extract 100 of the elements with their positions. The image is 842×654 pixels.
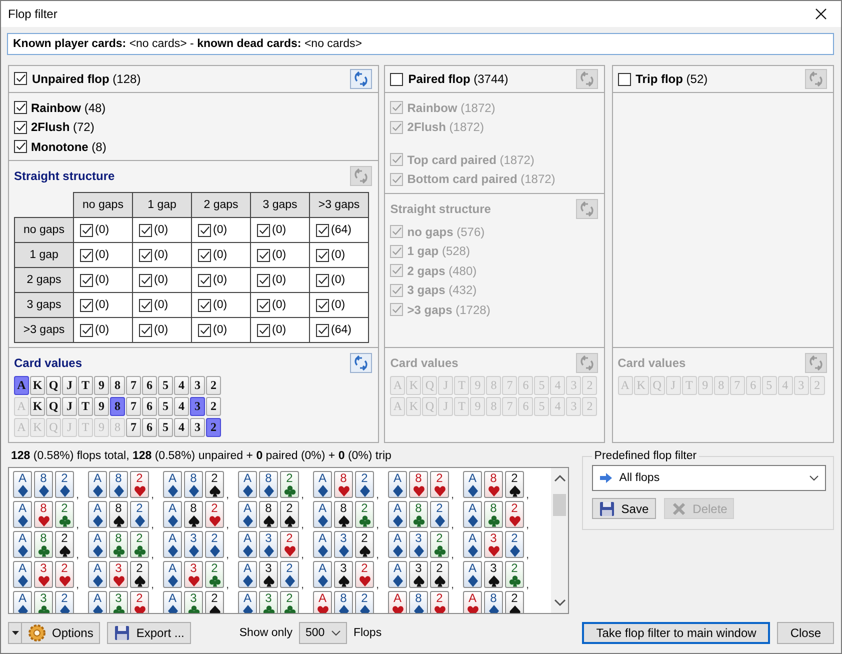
count-dropdown[interactable]: 500 <box>299 622 348 644</box>
card-rank: A <box>318 472 326 485</box>
card-value-button[interactable]: 2 <box>206 397 221 416</box>
checkbox[interactable] <box>139 224 152 237</box>
checkbox[interactable] <box>14 120 27 134</box>
checkbox[interactable] <box>198 274 211 287</box>
card-value-button[interactable]: T <box>78 397 93 416</box>
card-value-button[interactable]: T <box>78 376 93 396</box>
checkbox[interactable] <box>316 248 329 262</box>
card-value-button[interactable]: 6 <box>142 376 157 396</box>
diamond-icon <box>166 604 178 613</box>
checkbox[interactable] <box>257 274 270 287</box>
checkbox[interactable] <box>139 298 152 312</box>
separator-comma: , <box>226 548 230 561</box>
scroll-thumb[interactable] <box>553 494 566 516</box>
take-filter-button[interactable]: Take flop filter to main window <box>582 622 770 644</box>
card-value-button[interactable]: 6 <box>142 418 157 438</box>
checkbox[interactable] <box>198 224 211 237</box>
card-value-button[interactable]: 7 <box>126 376 141 396</box>
checkbox[interactable] <box>80 298 93 312</box>
checkbox[interactable] <box>80 248 93 262</box>
card-value-button[interactable]: 5 <box>158 397 173 416</box>
separator-comma: , <box>376 488 380 501</box>
checkbox[interactable] <box>14 101 27 114</box>
card-value-button[interactable]: 3 <box>190 376 205 396</box>
card-rank: 3 <box>340 562 347 575</box>
card-value-button[interactable]: A <box>14 376 29 396</box>
card-value-button[interactable]: Q <box>46 376 61 396</box>
card-value-button[interactable]: 7 <box>126 418 141 438</box>
club-icon <box>412 514 424 527</box>
card-value-button[interactable]: 8 <box>110 397 125 416</box>
diamond-icon <box>412 604 424 613</box>
checkbox[interactable] <box>80 324 93 337</box>
card-value-button[interactable]: J <box>62 397 77 416</box>
heart-icon <box>434 604 446 613</box>
column-header: >3 gaps <box>310 192 368 218</box>
card-value-button[interactable]: 7 <box>126 397 141 416</box>
card-rank: A <box>468 532 476 545</box>
row-header: 2 gaps <box>14 268 74 293</box>
checkbox[interactable] <box>257 298 270 312</box>
export-button[interactable]: Export ... <box>107 622 192 644</box>
checkbox[interactable] <box>14 72 27 86</box>
checkbox[interactable] <box>390 72 404 86</box>
section-title: Card values <box>618 356 686 370</box>
card-rank: 2 <box>436 562 443 575</box>
spade-icon <box>134 574 146 587</box>
refresh-button[interactable] <box>350 353 372 374</box>
scrollbar[interactable] <box>551 468 568 613</box>
card-value-button[interactable]: 6 <box>142 397 157 416</box>
checkbox[interactable] <box>80 274 93 287</box>
close-dialog-button[interactable]: Close <box>777 622 834 644</box>
save-button[interactable]: Save <box>592 498 656 519</box>
checkbox[interactable] <box>14 140 27 154</box>
heart-icon <box>316 604 328 613</box>
card-value-button[interactable]: 2 <box>206 376 221 396</box>
card-rank: 3 <box>490 532 497 545</box>
card-value-button[interactable]: 5 <box>158 418 173 438</box>
checkbox[interactable] <box>257 324 270 337</box>
checkbox[interactable] <box>139 324 152 337</box>
checkbox[interactable] <box>618 72 631 86</box>
diamond-icon <box>188 544 200 557</box>
refresh-button[interactable] <box>350 68 372 89</box>
known-cards-field[interactable]: Known player cards: <no cards> - known dead cards: <no cards> <box>7 33 834 55</box>
checkbox[interactable] <box>198 298 211 312</box>
checkbox[interactable] <box>198 248 211 262</box>
card-value-button[interactable]: 2 <box>206 418 221 438</box>
diamond-icon <box>434 514 446 527</box>
card-value-button[interactable]: Q <box>46 397 61 416</box>
diamond-icon <box>242 604 254 613</box>
checkbox[interactable] <box>139 274 152 287</box>
checkbox[interactable] <box>257 224 270 237</box>
card-value-button[interactable]: K <box>30 376 45 396</box>
card-value-button[interactable]: 4 <box>174 376 189 396</box>
checkbox[interactable] <box>316 324 329 337</box>
checkbox[interactable] <box>139 248 152 262</box>
diamond-icon <box>242 484 254 497</box>
card-value-button[interactable]: 4 <box>174 397 189 416</box>
checkbox[interactable] <box>316 224 329 237</box>
options-button[interactable]: Options <box>8 622 100 644</box>
checkbox[interactable] <box>80 224 93 237</box>
card-value-button[interactable]: 9 <box>94 376 109 396</box>
card-rank: A <box>318 502 326 515</box>
filter-dropdown[interactable]: All flops <box>592 465 826 491</box>
card-value-button[interactable]: J <box>62 376 77 396</box>
heart-icon <box>434 484 446 497</box>
card-value-button[interactable]: 3 <box>190 397 205 416</box>
card-value-button[interactable]: 3 <box>190 418 205 438</box>
card-value-button[interactable]: 8 <box>110 376 125 396</box>
card-value-button[interactable]: 9 <box>94 397 109 416</box>
checkbox[interactable] <box>316 274 329 287</box>
checkbox[interactable] <box>316 298 329 312</box>
heart-icon <box>38 514 50 527</box>
card-value-button[interactable]: K <box>30 397 45 416</box>
diamond-icon <box>16 514 28 527</box>
card-value-button[interactable]: 4 <box>174 418 189 438</box>
checkbox[interactable] <box>198 324 211 337</box>
diamond-icon <box>262 484 274 497</box>
checkbox[interactable] <box>257 248 270 262</box>
option-label: Monotone (8) <box>31 140 106 154</box>
card-value-button[interactable]: 5 <box>158 376 173 396</box>
